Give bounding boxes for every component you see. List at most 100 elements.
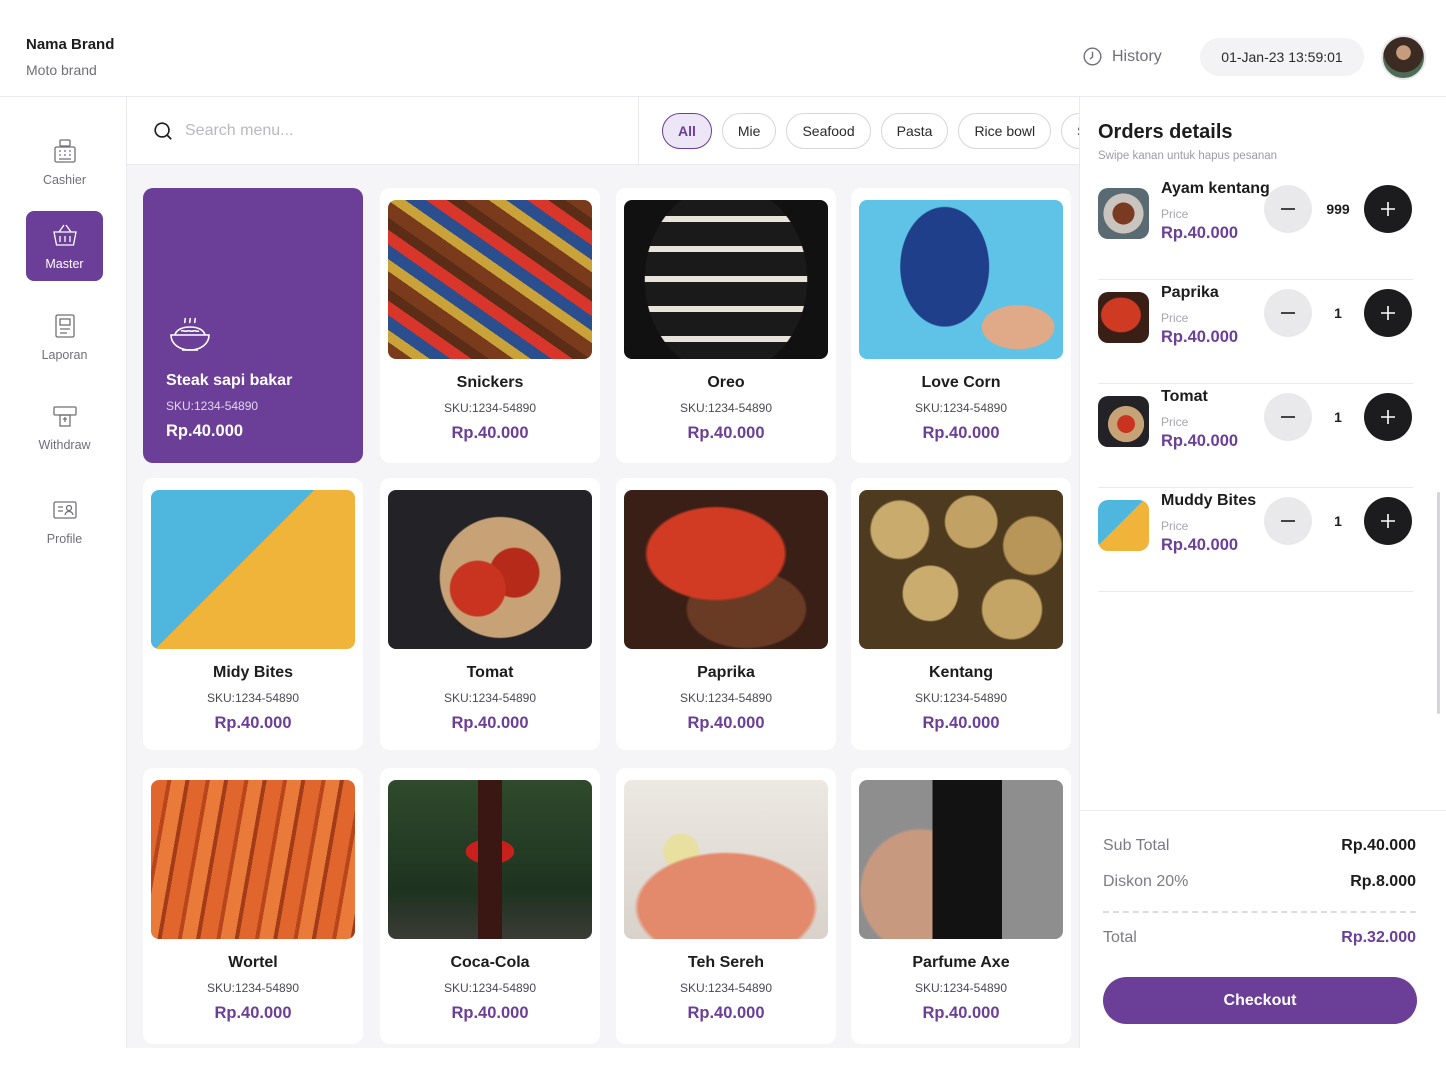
product-price: Rp.40.000 (687, 714, 765, 732)
order-price-label: Price (1161, 311, 1189, 325)
decrease-qty-button[interactable] (1264, 185, 1312, 233)
product-name: Teh Sereh (687, 954, 765, 971)
summary-divider (1103, 911, 1416, 913)
id-card-icon (52, 501, 77, 519)
product-card-paprika[interactable]: Paprika SKU:1234-54890 Rp.40.000 (616, 478, 836, 750)
sidebar-item-profile[interactable]: Profile (26, 486, 103, 556)
sidebar-item-cashier[interactable]: Cashier (26, 127, 103, 197)
decrease-qty-button[interactable] (1264, 289, 1312, 337)
increase-qty-button[interactable] (1364, 185, 1412, 233)
cash-register-icon (53, 139, 76, 163)
total-value: Rp.32.000 (1341, 929, 1416, 946)
increase-qty-button[interactable] (1364, 289, 1412, 337)
product-card-wortel[interactable]: Wortel SKU:1234-54890 Rp.40.000 (143, 768, 363, 1044)
product-card-steak-sapi-bakar[interactable]: Steak sapi bakar SKU:1234-54890 Rp.40.00… (143, 188, 363, 463)
order-item[interactable]: Paprika Price Rp.40.000 1 (1098, 280, 1413, 384)
orders-scrollbar[interactable] (1437, 492, 1440, 714)
decrease-qty-button[interactable] (1264, 393, 1312, 441)
product-image (624, 780, 828, 939)
product-card-coca-cola[interactable]: Coca-Cola SKU:1234-54890 Rp.40.000 (380, 768, 600, 1044)
product-sku: SKU:1234-54890 (679, 691, 773, 705)
basket-icon (52, 224, 77, 246)
category-chip-salad[interactable]: Salad (1061, 113, 1079, 149)
product-image (859, 200, 1063, 359)
order-item-price: Rp.40.000 (1161, 432, 1239, 450)
category-chip-pasta[interactable]: Pasta (880, 113, 949, 149)
product-card-tomat[interactable]: Tomat SKU:1234-54890 Rp.40.000 (380, 478, 600, 750)
product-card-parfume-axe[interactable]: Parfume Axe SKU:1234-54890 Rp.40.000 (851, 768, 1071, 1044)
brand-name: Nama Brand (26, 36, 115, 53)
minus-icon (1281, 208, 1295, 210)
product-sku: SKU:1234-54890 (914, 691, 1008, 705)
toolbar: All Mie Seafood Pasta Rice bowl Salad (127, 97, 1079, 165)
product-card-teh-sereh[interactable]: Teh Sereh SKU:1234-54890 Rp.40.000 (616, 768, 836, 1044)
category-chip-seafood[interactable]: Seafood (786, 113, 871, 149)
product-price: Rp.40.000 (687, 1004, 765, 1022)
sidebar-item-label: Laporan (41, 348, 88, 362)
discount-label: Diskon 20% (1103, 873, 1189, 890)
product-price: Rp.40.000 (922, 1004, 1000, 1022)
product-price: Rp.40.000 (451, 1004, 529, 1022)
history-button[interactable]: History (1082, 46, 1162, 67)
minus-icon (1281, 312, 1295, 314)
sidebar-item-label: Profile (46, 532, 83, 546)
product-card-snickers[interactable]: Snickers SKU:1234-54890 Rp.40.000 (380, 188, 600, 463)
order-summary: Sub Total Rp.40.000 Diskon 20% Rp.8.000 … (1080, 810, 1446, 1048)
order-item[interactable]: Muddy Bites Price Rp.40.000 1 (1098, 488, 1413, 592)
order-item-price: Rp.40.000 (1161, 224, 1239, 242)
plus-icon (1381, 410, 1395, 424)
sidebar-item-laporan[interactable]: Laporan (26, 302, 103, 372)
subtotal-row: Sub Total Rp.40.000 (1103, 837, 1416, 855)
product-sku: SKU:1234-54890 (166, 399, 259, 413)
decrease-qty-button[interactable] (1264, 497, 1312, 545)
total-label: Total (1103, 929, 1137, 946)
product-sku: SKU:1234-54890 (206, 981, 300, 995)
product-sku: SKU:1234-54890 (914, 401, 1008, 415)
increase-qty-button[interactable] (1364, 497, 1412, 545)
product-card-love-corn[interactable]: Love Corn SKU:1234-54890 Rp.40.000 (851, 188, 1071, 463)
category-chip-mie[interactable]: Mie (721, 113, 777, 149)
report-icon (54, 314, 75, 338)
category-chip-rice-bowl[interactable]: Rice bowl (958, 113, 1052, 149)
product-name: Tomat (466, 664, 514, 681)
atm-withdraw-icon (52, 406, 77, 427)
product-price: Rp.40.000 (922, 424, 1000, 442)
order-price-label: Price (1161, 415, 1189, 429)
checkout-button[interactable]: Checkout (1103, 977, 1417, 1024)
avatar[interactable] (1381, 35, 1426, 80)
order-thumbnail (1098, 500, 1149, 551)
product-sku: SKU:1234-54890 (443, 401, 537, 415)
product-name: Coca-Cola (450, 954, 530, 971)
search-input[interactable] (185, 122, 585, 140)
product-name: Love Corn (921, 374, 1001, 391)
category-chip-all[interactable]: All (662, 113, 712, 149)
quantity-value: 1 (1334, 305, 1342, 321)
product-card-oreo[interactable]: Oreo SKU:1234-54890 Rp.40.000 (616, 188, 836, 463)
product-name: Paprika (697, 664, 755, 681)
increase-qty-button[interactable] (1364, 393, 1412, 441)
minus-icon (1281, 416, 1295, 418)
product-card-midy-bites[interactable]: Midy Bites SKU:1234-54890 Rp.40.000 (143, 478, 363, 750)
orders-hint: Swipe kanan untuk hapus pesanan (1098, 150, 1278, 162)
order-item[interactable]: Ayam kentang Price Rp.40.000 999 (1098, 176, 1413, 280)
product-image (388, 490, 592, 649)
product-image (388, 780, 592, 939)
total-row: Total Rp.32.000 (1103, 929, 1416, 947)
order-item[interactable]: Tomat Price Rp.40.000 1 (1098, 384, 1413, 488)
product-card-kentang[interactable]: Kentang SKU:1234-54890 Rp.40.000 (851, 478, 1071, 750)
header: Nama Brand Moto brand History 01-Jan-23 … (0, 0, 1446, 97)
sidebar-item-master[interactable]: Master (26, 211, 103, 281)
product-name: Kentang (929, 664, 993, 681)
product-name: Wortel (228, 954, 278, 971)
order-item-price: Rp.40.000 (1161, 536, 1239, 554)
product-name: Steak sapi bakar (166, 372, 293, 389)
sidebar-item-label: Withdraw (38, 438, 91, 452)
product-image (151, 490, 355, 649)
sidebar-item-label: Cashier (42, 173, 87, 187)
search-icon (154, 122, 172, 140)
order-item-name: Ayam kentang (1161, 180, 1270, 197)
orders-title: Orders details (1098, 121, 1233, 143)
order-item-name: Muddy Bites (1161, 492, 1257, 509)
product-grid: Steak sapi bakar SKU:1234-54890 Rp.40.00… (127, 165, 1079, 1048)
sidebar-item-withdraw[interactable]: Withdraw (26, 392, 103, 462)
